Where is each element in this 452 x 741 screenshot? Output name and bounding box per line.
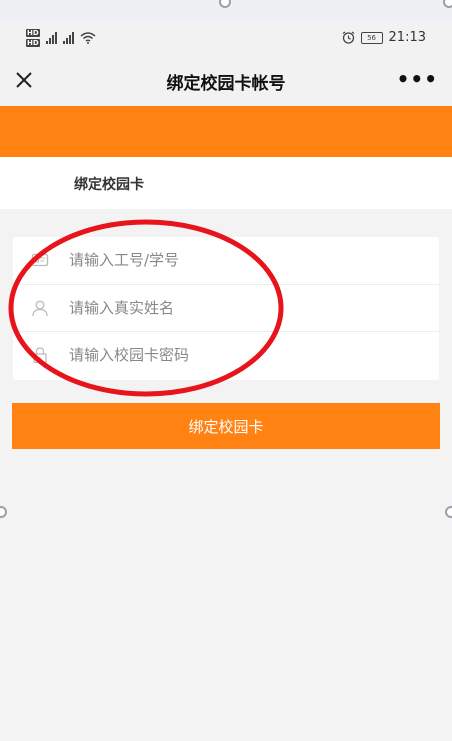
- bind-form: [13, 237, 439, 380]
- card-password-input[interactable]: [69, 340, 419, 370]
- student-id-input[interactable]: [69, 245, 419, 275]
- resize-handle-right[interactable]: [445, 506, 452, 518]
- hd-label: HD: [26, 39, 40, 47]
- hd-indicator: HD HD: [26, 28, 40, 48]
- student-id-row: [13, 237, 439, 284]
- status-left: HD HD: [26, 28, 96, 48]
- card-password-row: [13, 331, 439, 379]
- header-banner: [0, 106, 452, 157]
- alarm-icon: [342, 31, 354, 44]
- hd-label: HD: [26, 29, 40, 37]
- real-name-input[interactable]: [69, 293, 419, 323]
- more-options-button[interactable]: •••: [397, 67, 438, 91]
- signal-icon: [45, 32, 57, 44]
- signal-icon: [62, 32, 74, 44]
- section-header: 绑定校园卡: [0, 157, 452, 209]
- status-bar: HD HD 56 21:13: [0, 22, 452, 56]
- bind-card-button[interactable]: 绑定校园卡: [12, 403, 440, 449]
- nav-bar: 绑定校园卡帐号 •••: [0, 56, 452, 106]
- section-title: 绑定校园卡: [74, 177, 144, 193]
- status-right: 56 21:13: [342, 30, 426, 45]
- real-name-row: [13, 284, 439, 332]
- clock-time: 21:13: [388, 30, 426, 45]
- id-card-icon: [31, 253, 49, 267]
- resize-handle-left[interactable]: [0, 506, 7, 518]
- lock-icon: [33, 347, 47, 364]
- battery-icon: 56: [360, 31, 383, 44]
- wifi-icon: [80, 32, 96, 44]
- user-icon: [32, 300, 48, 317]
- page-title: 绑定校园卡帐号: [166, 74, 286, 94]
